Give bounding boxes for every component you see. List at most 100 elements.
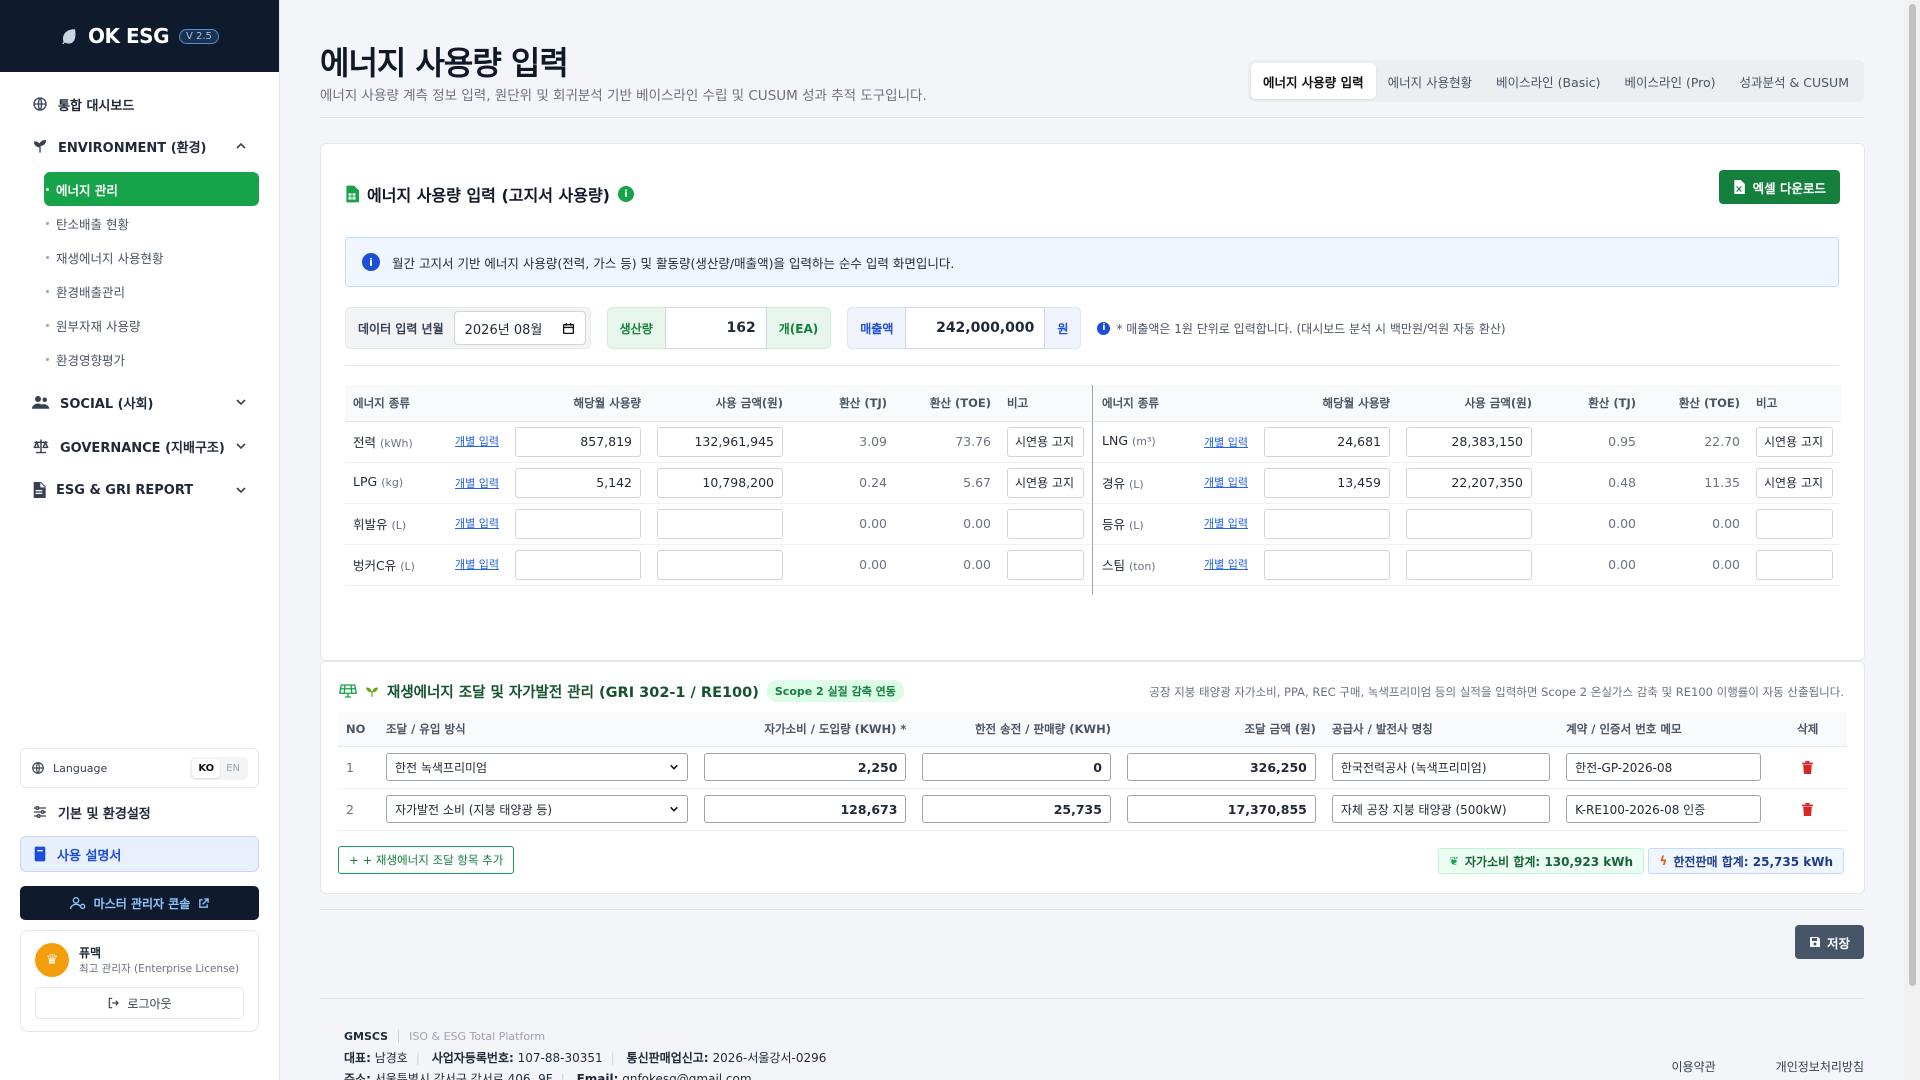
tab-cusum[interactable]: 성과분석 & CUSUM: [1728, 63, 1861, 99]
privacy-link[interactable]: 개인정보처리방침: [1776, 1058, 1864, 1075]
master-console-button[interactable]: 마스터 관리자 콘솔: [20, 886, 259, 920]
terms-link[interactable]: 이용약관: [1672, 1058, 1716, 1075]
month-picker[interactable]: 2026년 08월: [453, 311, 586, 345]
individual-input-link[interactable]: 개별 입력: [455, 556, 499, 572]
energy-type-cell: 휘발유 (L) 개별 입력: [345, 503, 507, 545]
renewable-table: NO 조달 / 유입 방식 자가소비 / 도입량 (KWH) * 한전 송전 /…: [338, 712, 1847, 831]
excel-download-button[interactable]: 엑셀 다운로드: [1718, 170, 1840, 204]
supplier-input[interactable]: 자체 공장 지붕 태양광 (500kW): [1331, 795, 1551, 823]
amount-input[interactable]: 10,798,200: [657, 467, 783, 498]
nav-report-label: ESG & GRI REPORT: [56, 482, 194, 498]
nav-governance[interactable]: GOVERNANCE (지배구조): [20, 428, 259, 464]
memo-input[interactable]: [1007, 508, 1084, 539]
individual-input-link[interactable]: 개별 입력: [455, 475, 499, 491]
self-consumption-input[interactable]: 128,673: [703, 795, 907, 823]
col-self: 자가소비 / 도입량 (KWH) *: [695, 712, 915, 747]
nav-dashboard[interactable]: 통합 대시보드: [20, 86, 259, 122]
sidebar-item-energy[interactable]: 에너지 관리: [44, 172, 259, 206]
supplier-input[interactable]: 한국전력공사 (녹색프리미엄): [1331, 753, 1551, 781]
usage-input[interactable]: 24,681: [1264, 426, 1390, 457]
amount-input[interactable]: 22,207,350: [1406, 467, 1532, 498]
amount-input[interactable]: [1406, 508, 1532, 539]
energy-name: LPG: [353, 474, 378, 489]
sidebar-item-carbon[interactable]: 탄소배출 현황: [44, 206, 259, 240]
memo-input[interactable]: 시연용 고지: [1007, 467, 1084, 498]
sidebar-item-materials[interactable]: 원부자재 사용량: [44, 308, 259, 342]
individual-input-link[interactable]: 개별 입력: [1204, 556, 1248, 572]
scrollbar[interactable]: [1904, 0, 1920, 1080]
production-input[interactable]: 162: [664, 307, 767, 349]
sidebar-item-impact[interactable]: 환경영향평가: [44, 342, 259, 376]
trash-icon[interactable]: [1802, 760, 1814, 774]
memo-input[interactable]: 시연용 고지: [1756, 426, 1833, 457]
settings-link[interactable]: 기본 및 환경설정: [20, 794, 259, 830]
lang-en-button[interactable]: EN: [220, 759, 246, 778]
self-consumption-input[interactable]: 2,250: [703, 753, 907, 781]
usage-input[interactable]: 13,459: [1264, 467, 1390, 498]
sidebar-item-emission[interactable]: 환경배출관리: [44, 274, 259, 308]
individual-input-link[interactable]: 개별 입력: [1204, 474, 1248, 490]
amount-input[interactable]: [1406, 549, 1532, 580]
amount-input[interactable]: [657, 508, 783, 539]
brand-header[interactable]: OK ESG V 2.5: [0, 0, 279, 72]
save-button[interactable]: 저장: [1794, 925, 1864, 959]
memo-input[interactable]: 시연용 고지: [1007, 426, 1084, 457]
usage-input[interactable]: 5,142: [515, 467, 641, 498]
energy-type-cell: LPG (kg) 개별 입력: [345, 462, 507, 504]
sold-input[interactable]: 25,735: [922, 795, 1111, 823]
amount-input[interactable]: 132,961,945: [657, 426, 783, 457]
add-renewable-button[interactable]: + + 재생에너지 조달 항목 추가: [338, 846, 515, 874]
scrollbar-thumb[interactable]: [1909, 4, 1916, 986]
individual-input-link[interactable]: 개별 입력: [455, 433, 499, 449]
mail-order-label: 통신판매업신고:: [626, 1051, 709, 1065]
amount-input[interactable]: 326,250: [1126, 753, 1316, 781]
energy-unit: (L): [1129, 478, 1144, 491]
settings-label: 기본 및 환경설정: [58, 806, 151, 822]
energy-row: 벙커C유 (L) 개별 입력 0.00 0.00: [345, 544, 1092, 586]
biz-value: 107-88-30351: [517, 1051, 603, 1065]
method-select[interactable]: 한전 녹색프리미엄: [385, 753, 688, 781]
contract-input[interactable]: K-RE100-2026-08 인증: [1566, 795, 1761, 823]
usage-input[interactable]: 857,819: [515, 426, 641, 457]
amount-input[interactable]: 17,370,855: [1126, 795, 1316, 823]
individual-input-link[interactable]: 개별 입력: [455, 515, 499, 531]
usage-input[interactable]: [1264, 549, 1390, 580]
nav-social[interactable]: SOCIAL (사회): [20, 384, 259, 420]
add-renewable-label: + 재생에너지 조달 항목 추가: [362, 853, 504, 867]
manual-link[interactable]: 사용 설명서: [20, 836, 259, 872]
logout-button[interactable]: 로그아웃: [35, 987, 244, 1019]
memo-input[interactable]: [1756, 549, 1833, 580]
energy-row: 전력 (kWh) 개별 입력 857,819 132,961,945 3.09 73.76…: [345, 421, 1092, 463]
email-value: gnfokesg@gmail.com: [622, 1072, 752, 1080]
contract-input[interactable]: 한전-GP-2026-08: [1566, 753, 1761, 781]
individual-input-link[interactable]: 개별 입력: [1204, 515, 1248, 531]
memo-input[interactable]: [1756, 508, 1833, 539]
energy-type-cell: 경유 (L) 개별 입력: [1094, 462, 1256, 504]
energy-row: 경유 (L) 개별 입력 13,459 22,207,350 0.48 11.35 시연용 …: [1094, 462, 1841, 504]
individual-input-link[interactable]: 개별 입력: [1204, 434, 1248, 450]
energy-type-cell: 전력 (kWh) 개별 입력: [345, 421, 507, 463]
sold-input[interactable]: 0: [922, 753, 1111, 781]
tab-energy-status[interactable]: 에너지 사용현황: [1376, 63, 1484, 99]
memo-input[interactable]: [1007, 549, 1084, 580]
amount-input[interactable]: 28,383,150: [1406, 426, 1532, 457]
lang-ko-button[interactable]: KO: [192, 758, 221, 778]
usage-input[interactable]: [1264, 508, 1390, 539]
tab-energy-input[interactable]: 에너지 사용량 입력: [1250, 63, 1376, 99]
tab-baseline-pro[interactable]: 베이스라인 (Pro): [1612, 63, 1727, 99]
tab-baseline-basic[interactable]: 베이스라인 (Basic): [1484, 63, 1612, 99]
col-contract: 계약 / 인증서 번호 메모: [1558, 712, 1769, 747]
nav-environment[interactable]: ENVIRONMENT (환경): [20, 128, 259, 164]
usage-input[interactable]: [515, 508, 641, 539]
sales-input[interactable]: 242,000,000: [905, 307, 1046, 349]
trash-icon[interactable]: [1802, 802, 1814, 816]
info-icon[interactable]: i: [618, 186, 634, 202]
sidebar-item-renewable[interactable]: 재생에너지 사용현황: [44, 240, 259, 274]
memo-input[interactable]: 시연용 고지: [1756, 467, 1833, 498]
usage-input[interactable]: [515, 549, 641, 580]
manual-label: 사용 설명서: [57, 848, 122, 864]
amount-input[interactable]: [657, 549, 783, 580]
crown-icon: ♛: [35, 943, 69, 977]
method-select[interactable]: 자가발전 소비 (지붕 태양광 등): [385, 795, 688, 823]
nav-report[interactable]: ESG & GRI REPORT: [20, 472, 259, 508]
